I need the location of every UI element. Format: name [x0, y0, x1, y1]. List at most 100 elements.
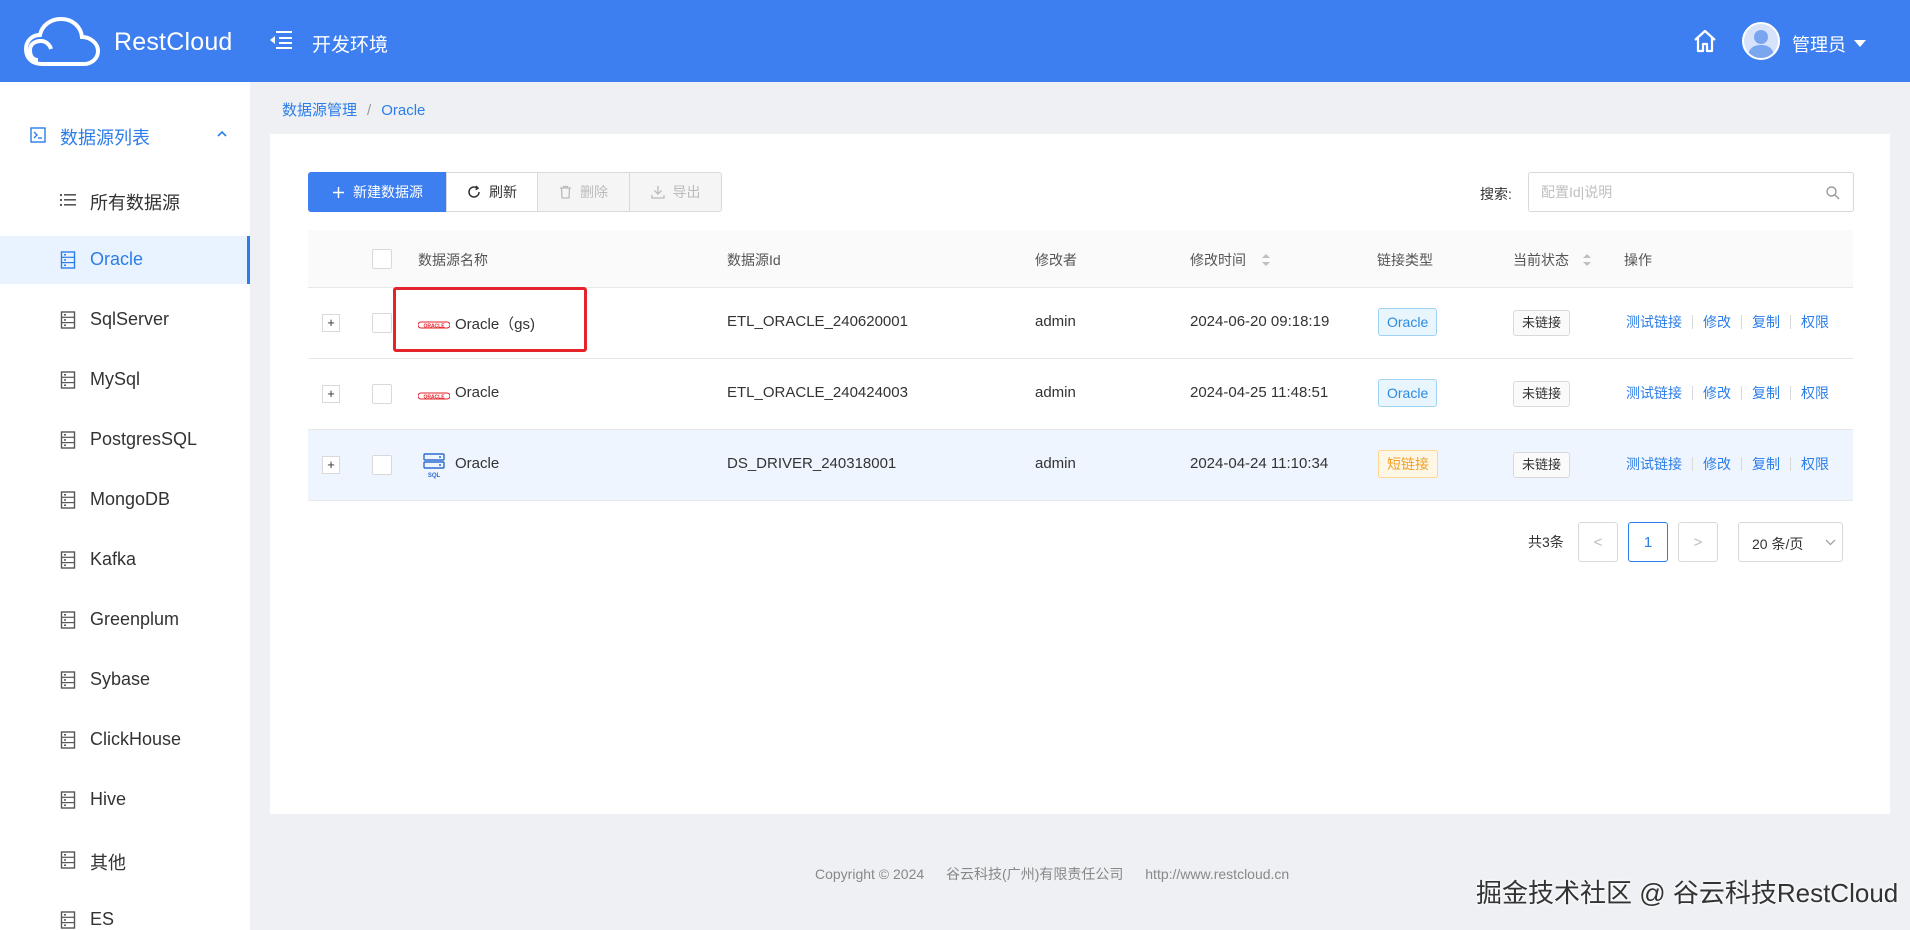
sidebar-item-label: 其他 — [90, 853, 126, 873]
sidebar-item[interactable]: Greenplum — [0, 596, 250, 644]
datasource-name[interactable]: Oracle — [455, 384, 499, 401]
action-copy-link[interactable]: 复制 — [1752, 383, 1780, 403]
sidebar-item[interactable]: Oracle — [0, 236, 250, 284]
sort-icon[interactable] — [1261, 252, 1271, 268]
plus-icon — [333, 186, 344, 198]
database-icon — [60, 791, 76, 809]
expand-row-button[interactable]: + — [322, 456, 340, 474]
row-actions: 测试链接 修改 复制 权限 — [1626, 312, 1829, 332]
sidebar-item-label: Sybase — [90, 669, 151, 689]
next-page-button[interactable]: > — [1678, 522, 1718, 562]
status-badge: 未链接 — [1513, 381, 1571, 407]
action-permission-link[interactable]: 权限 — [1801, 454, 1829, 474]
database-icon — [60, 911, 76, 929]
delete-label: 删除 — [580, 184, 608, 200]
user-name[interactable]: 管理员 — [1792, 31, 1846, 57]
watermark: 掘金技术社区 @ 谷云科技RestCloud — [1476, 878, 1899, 908]
oracle-logo-icon: ORACLE — [418, 392, 450, 400]
env-title: 开发环境 — [312, 35, 389, 56]
database-icon — [60, 311, 76, 329]
search-input[interactable] — [1541, 182, 1811, 202]
export-label: 导出 — [672, 184, 701, 200]
col-name: 数据源名称 — [418, 252, 488, 268]
table-row[interactable]: + ORACLE Oracle ETL_ORACLE_240424003 admin 20… — [308, 359, 1853, 430]
sidebar-item[interactable]: SqlServer — [0, 296, 250, 344]
datasource-name[interactable]: Oracle — [455, 455, 499, 472]
database-icon — [60, 371, 76, 389]
delete-button[interactable]: 删除 — [537, 172, 630, 212]
export-button[interactable]: 导出 — [629, 172, 722, 212]
action-permission-link[interactable]: 权限 — [1801, 312, 1829, 332]
row-checkbox[interactable] — [372, 313, 392, 333]
col-modified-time[interactable]: 修改时间 — [1190, 250, 1246, 270]
sidebar-item-label: ClickHouse — [90, 729, 182, 749]
menu-fold-icon[interactable] — [270, 30, 292, 50]
action-test-link-link[interactable]: 测试链接 — [1626, 312, 1682, 332]
row-actions: 测试链接 修改 复制 权限 — [1626, 383, 1829, 403]
sidebar-item[interactable]: MongoDB — [0, 476, 250, 524]
modifier: admin — [1035, 313, 1076, 330]
database-icon — [60, 551, 76, 569]
action-edit-link[interactable]: 修改 — [1703, 454, 1731, 474]
sidebar-item[interactable]: ClickHouse — [0, 716, 250, 764]
page-size-select[interactable]: 20 条/页 — [1738, 522, 1843, 562]
action-test-link-link[interactable]: 测试链接 — [1626, 454, 1682, 474]
sidebar-item[interactable]: 所有数据源 — [0, 176, 250, 224]
list-icon — [60, 194, 76, 206]
breadcrumb-separator: / — [367, 102, 372, 119]
prev-page-button[interactable]: < — [1578, 522, 1618, 562]
action-test-link-link[interactable]: 测试链接 — [1626, 383, 1682, 403]
row-actions: 测试链接 修改 复制 权限 — [1626, 454, 1829, 474]
sidebar-item[interactable]: Kafka — [0, 536, 250, 584]
search-icon[interactable] — [1825, 185, 1841, 201]
breadcrumb-current: Oracle — [381, 102, 426, 119]
col-status[interactable]: 当前状态 — [1513, 250, 1569, 270]
cloud-logo-icon — [24, 16, 101, 66]
breadcrumb: 数据源管理 / Oracle — [282, 99, 425, 120]
row-checkbox[interactable] — [372, 455, 392, 475]
modified-time: 2024-04-24 11:10:34 — [1190, 455, 1329, 472]
footer: Copyright © 2024 谷云科技(广州)有限责任公司 http://w… — [815, 864, 1307, 884]
page-1-button[interactable]: 1 — [1628, 522, 1668, 562]
caret-down-icon[interactable] — [1854, 40, 1866, 47]
action-copy-link[interactable]: 复制 — [1752, 312, 1780, 332]
new-datasource-button[interactable]: 新建数据源 — [308, 172, 447, 212]
select-all-checkbox[interactable] — [372, 249, 392, 269]
expand-row-button[interactable]: + — [322, 385, 340, 403]
sidebar-item[interactable]: 其他 — [0, 836, 250, 884]
database-icon — [60, 251, 76, 269]
sidebar-item[interactable]: Hive — [0, 776, 250, 824]
col-link-type: 链接类型 — [1377, 252, 1433, 268]
chevron-down-icon — [1825, 539, 1836, 546]
expand-row-button[interactable]: + — [322, 314, 340, 332]
sidebar-item[interactable]: Sybase — [0, 656, 250, 704]
action-divider — [1790, 315, 1791, 329]
footer-url[interactable]: http://www.restcloud.cn — [1145, 866, 1289, 882]
action-edit-link[interactable]: 修改 — [1703, 383, 1731, 403]
sidebar-group-datasource-list[interactable]: 数据源列表 — [0, 112, 250, 158]
breadcrumb-root[interactable]: 数据源管理 — [282, 102, 357, 119]
sidebar-item[interactable]: PostgresSQL — [0, 416, 250, 464]
action-copy-link[interactable]: 复制 — [1752, 454, 1780, 474]
sidebar-item[interactable]: ES — [0, 896, 250, 930]
sidebar-group-label: 数据源列表 — [60, 128, 150, 148]
download-icon — [650, 186, 665, 199]
table-row[interactable]: + SQL Oracle DS_DRIVER_240318001 admin 2024-0… — [308, 430, 1853, 501]
user-avatar[interactable] — [1742, 22, 1780, 60]
database-icon — [60, 851, 76, 869]
sidebar-item[interactable]: MySql — [0, 356, 250, 404]
datasource-id: ETL_ORACLE_240424003 — [727, 384, 908, 401]
action-divider — [1692, 457, 1693, 471]
restcloud-logo[interactable]: RestCloud — [24, 16, 234, 68]
database-icon — [60, 731, 76, 749]
refresh-button[interactable]: 刷新 — [446, 172, 538, 212]
home-icon[interactable] — [1692, 28, 1718, 54]
chevron-up-icon[interactable] — [216, 129, 228, 139]
sidebar-item-label: MongoDB — [90, 489, 171, 509]
action-permission-link[interactable]: 权限 — [1801, 383, 1829, 403]
action-divider — [1741, 386, 1742, 400]
sort-icon[interactable] — [1582, 252, 1592, 268]
row-checkbox[interactable] — [372, 384, 392, 404]
modified-time: 2024-06-20 09:18:19 — [1190, 313, 1330, 330]
action-edit-link[interactable]: 修改 — [1703, 312, 1731, 332]
